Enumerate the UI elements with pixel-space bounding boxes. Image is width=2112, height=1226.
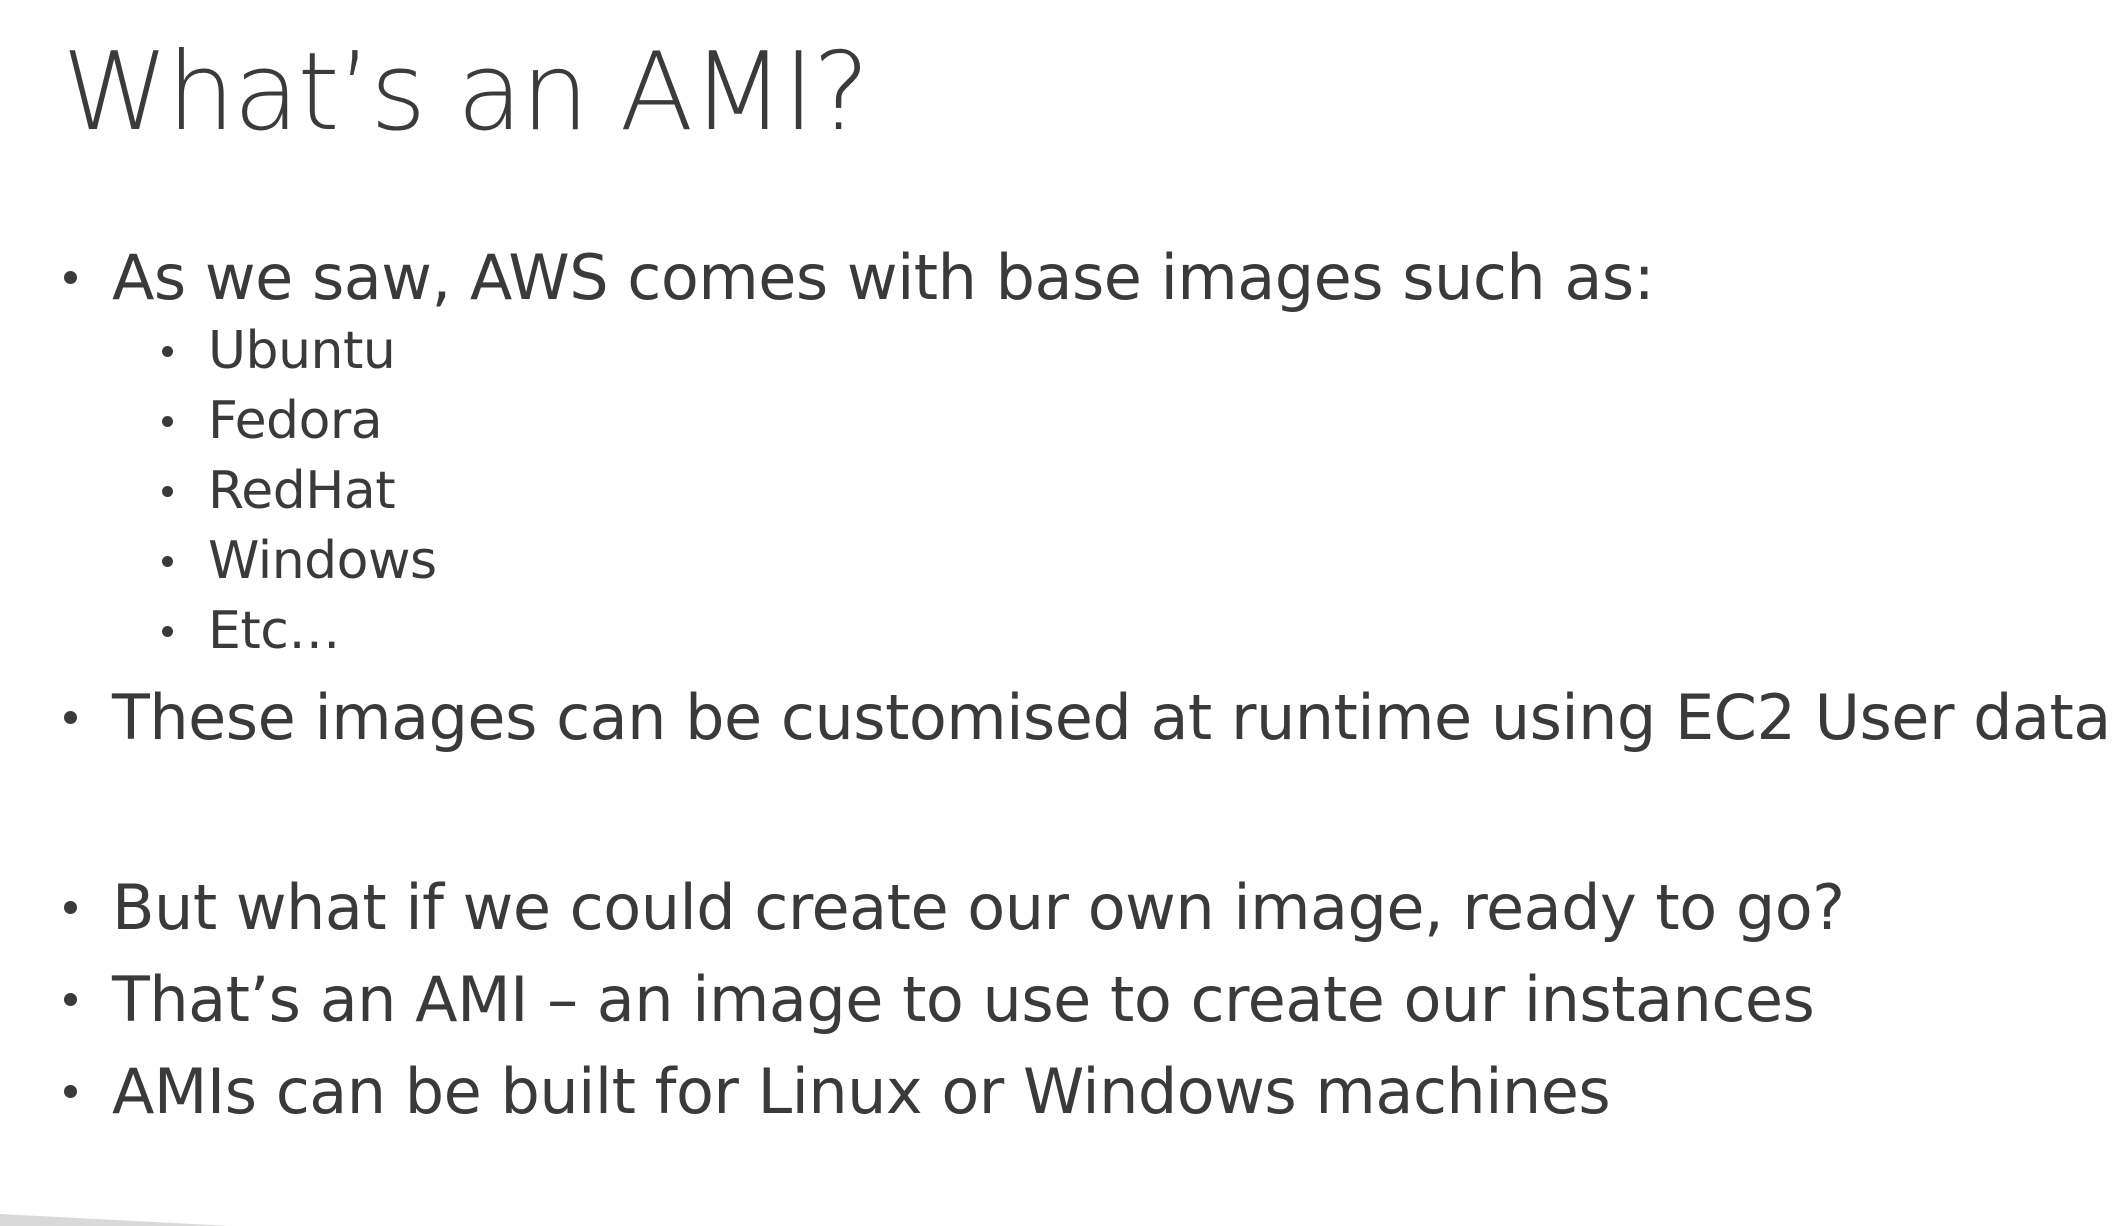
slide: What’s an AMI? As we saw, AWS comes with… bbox=[0, 0, 2112, 1226]
sub-bullet-text: Fedora bbox=[208, 391, 383, 451]
sub-bullet-windows: Windows bbox=[162, 531, 437, 592]
bullet-dot bbox=[64, 993, 77, 1007]
bullet-text: As we saw, AWS comes with base images su… bbox=[112, 241, 1655, 314]
bullet-text: But what if we could create our own imag… bbox=[112, 871, 1845, 944]
corner-accent-shape bbox=[0, 1214, 230, 1226]
bullet-linux-windows: AMIs can be built for Linux or Windows m… bbox=[64, 1055, 1611, 1128]
sub-bullet-fedora: Fedora bbox=[162, 391, 383, 452]
bullet-text: AMIs can be built for Linux or Windows m… bbox=[112, 1055, 1611, 1128]
sub-bullet-redhat: RedHat bbox=[162, 461, 396, 522]
bullet-own-image: But what if we could create our own imag… bbox=[64, 872, 1845, 943]
bullet-customised-runtime: These images can be customised at runtim… bbox=[64, 682, 2111, 753]
bullet-dot bbox=[64, 901, 77, 915]
sub-bullet-ubuntu: Ubuntu bbox=[162, 321, 396, 382]
sub-bullet-etc: Etc… bbox=[162, 601, 340, 662]
bullet-dot bbox=[64, 1085, 77, 1099]
bullet-dot bbox=[64, 711, 77, 725]
sub-bullet-text: RedHat bbox=[208, 461, 396, 521]
sub-bullet-text: Ubuntu bbox=[208, 321, 396, 381]
bullet-dot bbox=[64, 271, 77, 285]
bullet-text: That’s an AMI – an image to use to creat… bbox=[112, 963, 1815, 1036]
bullet-thats-an-ami: That’s an AMI – an image to use to creat… bbox=[64, 963, 1815, 1036]
slide-title: What’s an AMI? bbox=[62, 30, 870, 155]
sub-bullet-dot bbox=[162, 416, 173, 428]
sub-bullet-text: Etc… bbox=[208, 601, 340, 661]
sub-bullet-dot bbox=[162, 626, 173, 638]
sub-bullet-dot bbox=[162, 346, 173, 358]
bullet-text: These images can be customised at runtim… bbox=[112, 681, 2111, 754]
sub-bullet-dot bbox=[162, 556, 173, 568]
sub-bullet-text: Windows bbox=[208, 531, 437, 591]
sub-bullet-dot bbox=[162, 486, 173, 498]
bullet-base-images: As we saw, AWS comes with base images su… bbox=[64, 241, 1655, 314]
